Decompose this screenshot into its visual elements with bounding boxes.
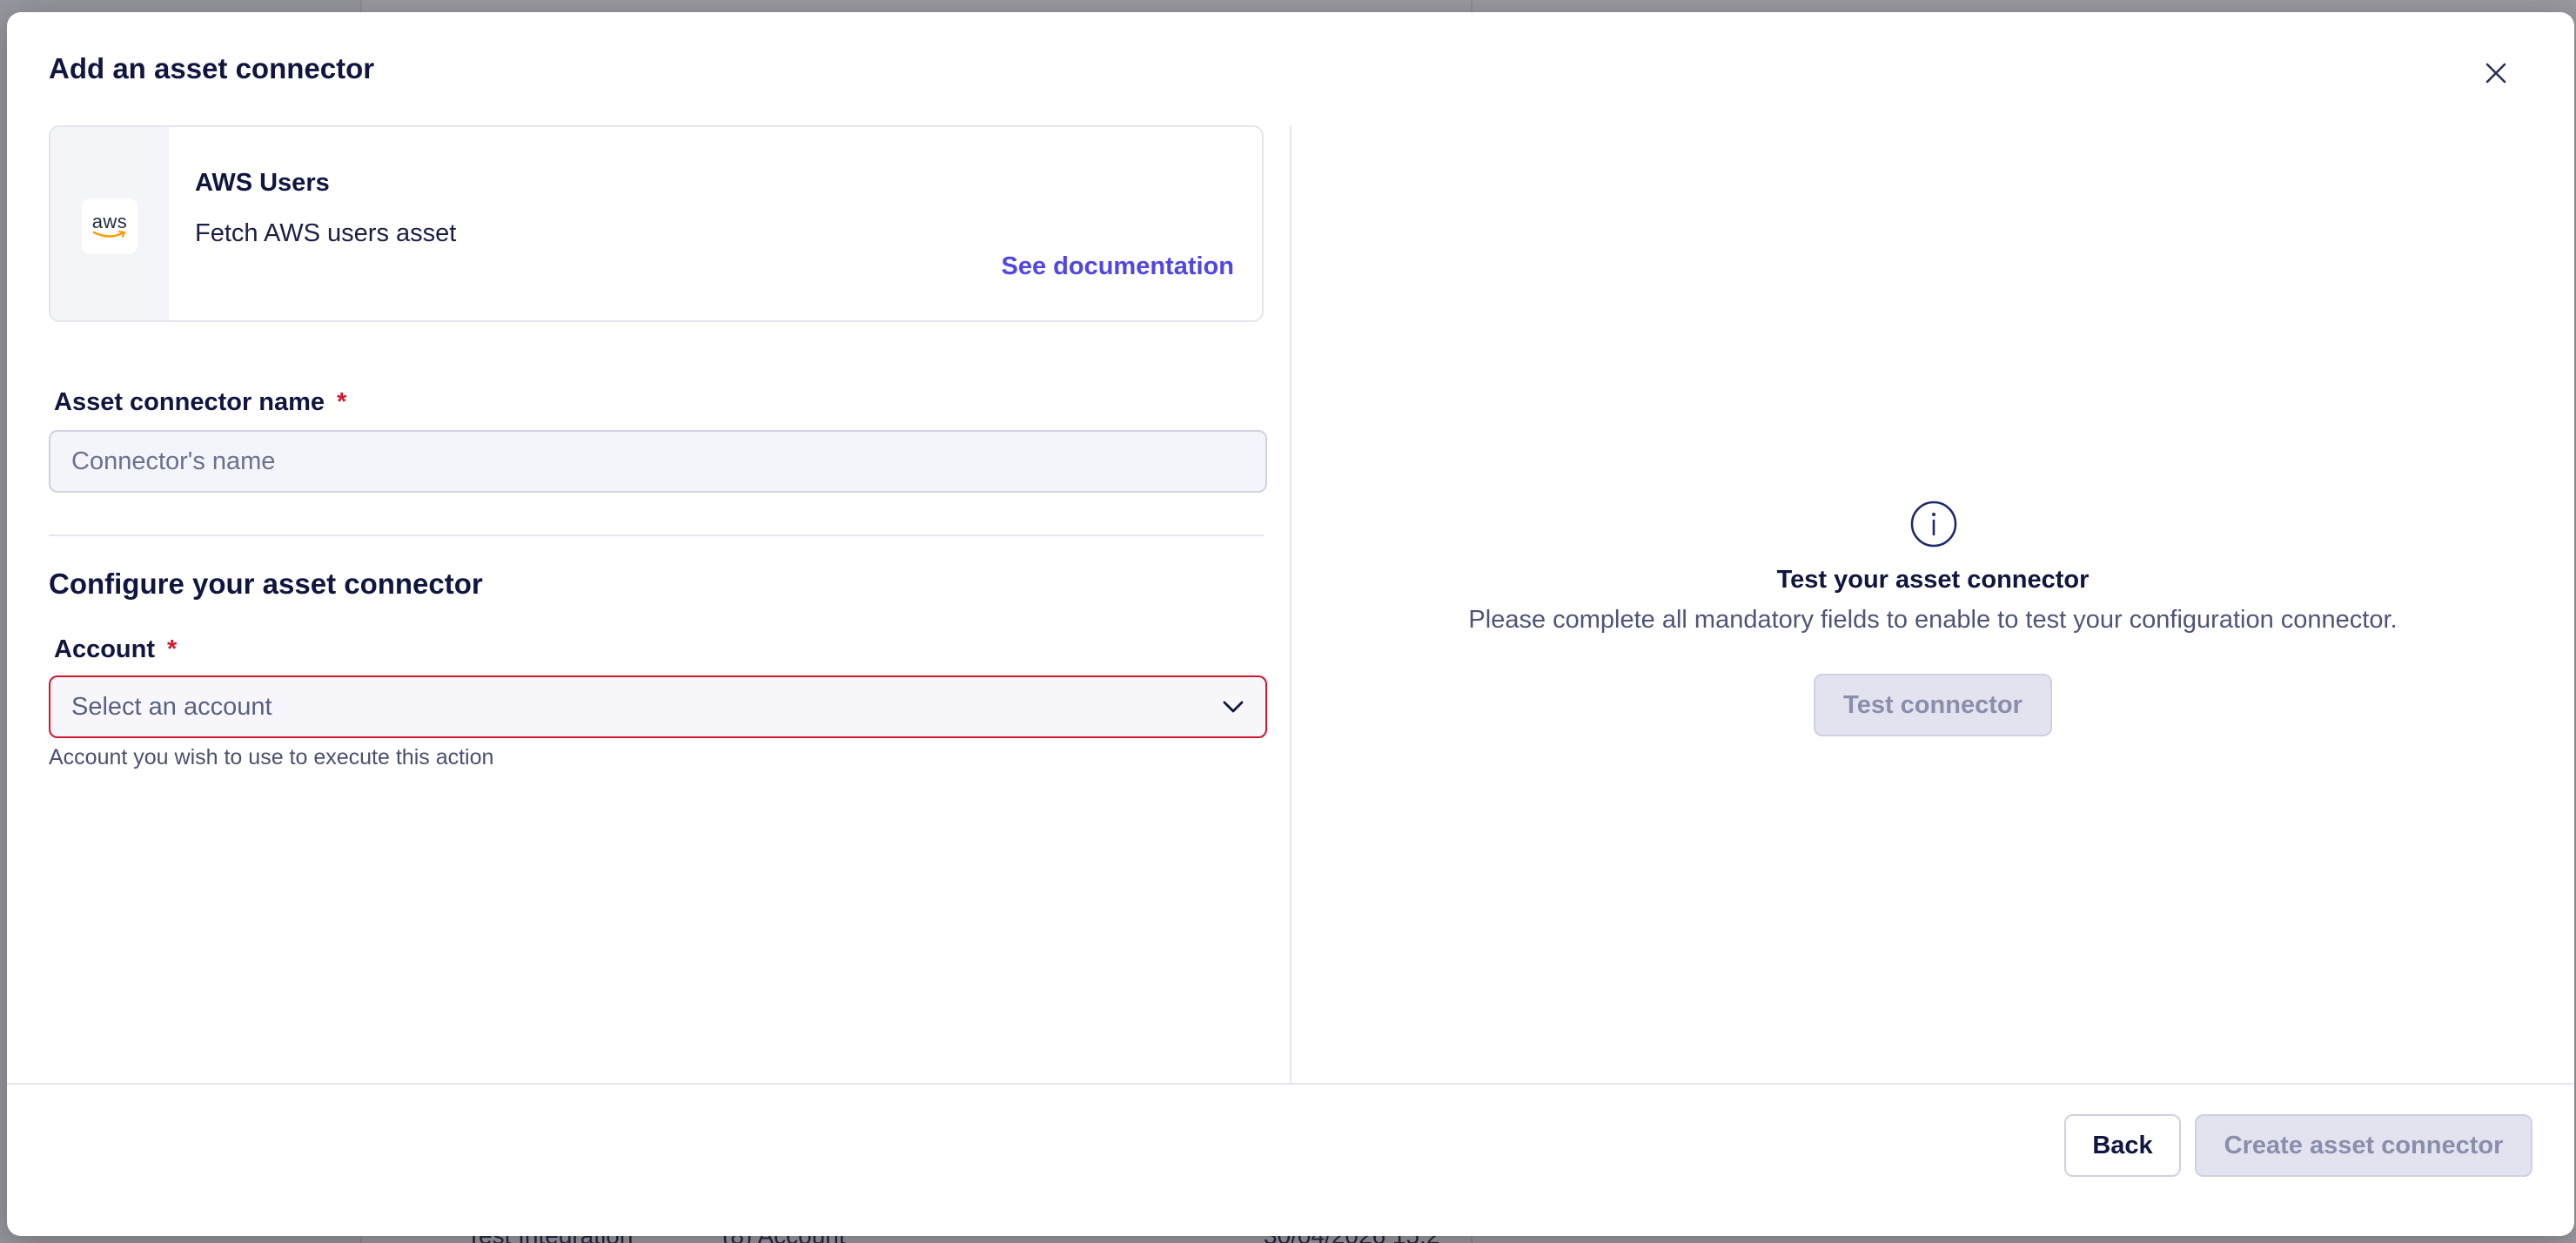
connector-name-input[interactable]: [49, 430, 1267, 493]
account-select[interactable]: Select an account: [49, 675, 1267, 738]
aws-smile-icon: [92, 231, 126, 238]
connector-name-label-text: Asset connector name: [54, 388, 325, 416]
connector-title: AWS Users: [195, 169, 330, 197]
create-asset-connector-button[interactable]: Create asset connector: [2195, 1114, 2532, 1177]
back-button[interactable]: Back: [2064, 1114, 2181, 1177]
info-icon: [1910, 501, 1957, 548]
account-helper-text: Account you wish to use to execute this …: [49, 745, 494, 769]
add-asset-connector-dialog: Add an asset connector aws AWS Users Fet…: [7, 12, 2574, 1236]
test-connector-panel: Test your asset connector Please complet…: [1291, 125, 2574, 1083]
account-label-text: Account: [54, 635, 155, 663]
test-connector-column: Test your asset connector Please complet…: [1290, 125, 2574, 1083]
test-description: Please complete all mandatory fields to …: [1468, 606, 2398, 634]
test-connector-button[interactable]: Test connector: [1814, 674, 2052, 736]
connector-form-column: aws AWS Users Fetch AWS users asset See …: [49, 125, 1267, 769]
required-marker: *: [167, 635, 178, 663]
connector-logo-pane: aws: [50, 127, 169, 320]
required-marker: *: [337, 388, 347, 416]
account-select-placeholder: Select an account: [71, 692, 272, 721]
connector-name-label: Asset connector name *: [54, 388, 346, 417]
close-icon: [2485, 63, 2506, 84]
dialog-title: Add an asset connector: [49, 52, 375, 84]
section-divider: [49, 534, 1264, 536]
account-label: Account *: [54, 635, 177, 664]
test-title: Test your asset connector: [1776, 566, 2090, 594]
chevron-down-icon: [1223, 701, 1244, 713]
connector-description: Fetch AWS users asset: [195, 219, 457, 247]
aws-logo-icon: aws: [82, 198, 138, 254]
see-documentation-link[interactable]: See documentation: [1002, 252, 1235, 281]
connector-card: aws AWS Users Fetch AWS users asset See …: [49, 125, 1264, 322]
configure-section-title: Configure your asset connector: [49, 568, 483, 600]
dialog-footer: Back Create asset connector: [7, 1083, 2574, 1236]
close-button[interactable]: [2479, 56, 2513, 91]
aws-logo-text: aws: [91, 211, 128, 232]
